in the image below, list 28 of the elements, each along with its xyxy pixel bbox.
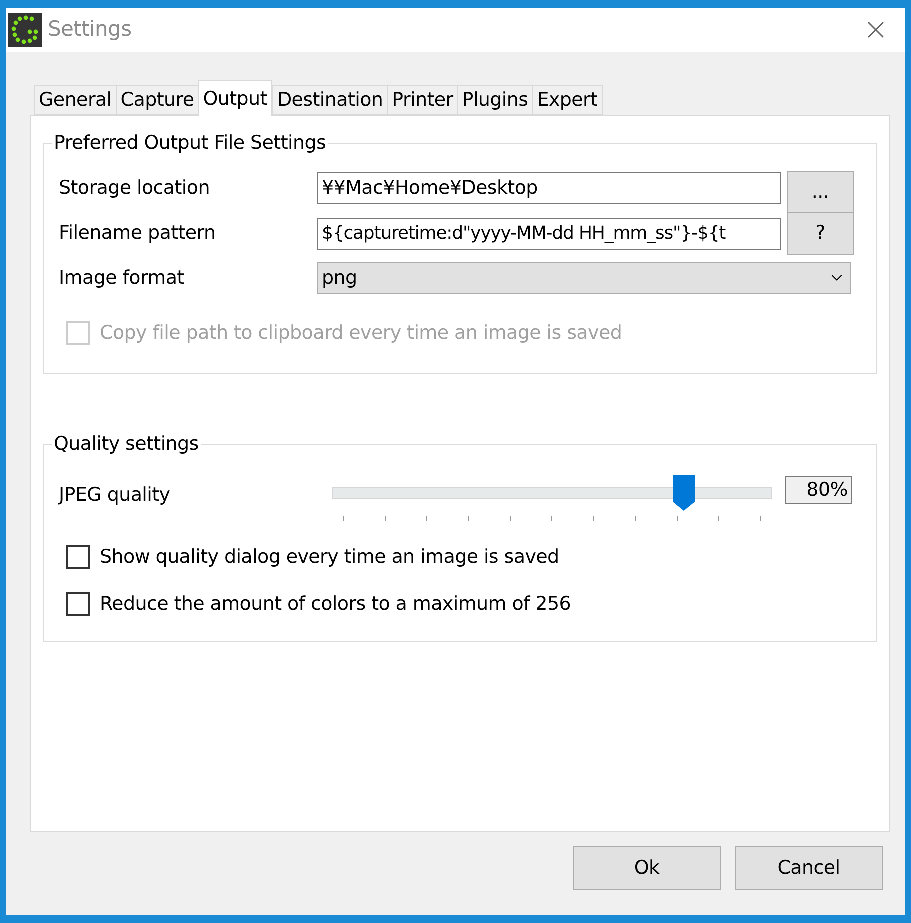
slider-track[interactable] xyxy=(332,475,772,511)
tab[interactable]: Output xyxy=(198,80,272,116)
input-field[interactable]: ${capturetime:d"yyyy-MM-dd HH_mm_ss"}-${t xyxy=(317,218,781,250)
help-button[interactable]: ? xyxy=(787,212,854,255)
field-label: Filename pattern xyxy=(59,221,217,246)
tab[interactable]: Destination xyxy=(272,85,388,115)
checkbox-label: Copy file path to clipboard every time an image is saved xyxy=(100,321,622,346)
window-title: Settings xyxy=(48,16,132,44)
checkbox[interactable] xyxy=(66,545,90,570)
field-label: Image format xyxy=(59,266,186,291)
browse-button[interactable]: ... xyxy=(787,170,854,214)
field-label: Storage location xyxy=(59,176,211,201)
app-logo-icon xyxy=(8,13,42,47)
input-field[interactable]: ¥¥Mac¥Home¥Desktop xyxy=(317,172,781,204)
tab[interactable]: Capture xyxy=(116,85,198,115)
tab[interactable]: Plugins xyxy=(457,85,532,115)
checkbox-label: Reduce the amount of colors to a maximum of 256 xyxy=(100,592,572,616)
dialog-button[interactable]: Ok xyxy=(573,846,721,890)
tab[interactable]: General xyxy=(34,85,116,115)
checkbox[interactable] xyxy=(66,592,90,616)
quality-value: 80% xyxy=(785,476,852,504)
tab[interactable]: Printer xyxy=(387,85,458,115)
slider-thumb[interactable] xyxy=(673,475,695,511)
dialog-button[interactable]: Cancel xyxy=(735,846,883,890)
checkbox-label: Show quality dialog every time an image is saved xyxy=(100,545,560,570)
tab[interactable]: Expert xyxy=(532,85,603,115)
format-dropdown[interactable]: png xyxy=(317,262,851,294)
slider-label: JPEG quality xyxy=(59,483,172,508)
